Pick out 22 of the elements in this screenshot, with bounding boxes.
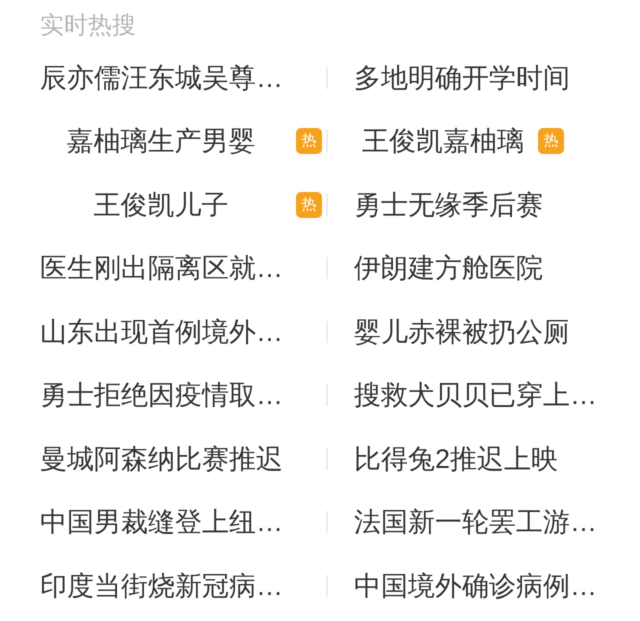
hot-search-link[interactable]: 辰亦儒汪东城吴尊… <box>40 60 283 95</box>
hot-search-link[interactable]: 印度当街烧新冠病… <box>40 568 283 603</box>
hot-badge: 热 <box>296 128 322 154</box>
hot-search-link[interactable]: 婴儿赤裸被扔公厕 <box>354 314 570 349</box>
hot-search-link[interactable]: 中国境外确诊病例… <box>354 568 597 603</box>
hot-badge: 热 <box>296 192 322 218</box>
hot-search-link[interactable]: 中国男裁缝登上纽… <box>40 505 283 540</box>
hot-search-link[interactable]: 多地明确开学时间 <box>354 60 570 95</box>
hot-search-link[interactable]: 法国新一轮罢工游… <box>354 505 597 540</box>
hot-search-link[interactable]: 山东出现首例境外… <box>40 314 283 349</box>
hot-search-link[interactable]: 勇士无缘季后赛 <box>354 188 543 222</box>
hot-search-link[interactable]: 伊朗建方舱医院 <box>354 251 543 286</box>
hot-badge: 热 <box>538 128 564 154</box>
hot-search-link[interactable]: 嘉柚璃生产男婴 <box>66 124 256 158</box>
hot-search-link[interactable]: 搜救犬贝贝已穿上… <box>354 378 597 412</box>
hot-search-link[interactable]: 医生刚出隔离区就… <box>40 251 283 286</box>
hot-search-link[interactable]: 王俊凯嘉柚璃 <box>362 124 524 158</box>
hot-search-link[interactable]: 比得兔2推迟上映 <box>354 442 558 476</box>
hot-search-link[interactable]: 勇士拒绝因疫情取… <box>40 378 283 412</box>
section-title: 实时热搜 <box>40 11 136 41</box>
hot-search-link[interactable]: 曼城阿森纳比赛推迟 <box>40 442 283 476</box>
hot-search-link[interactable]: 王俊凯儿子 <box>94 188 228 222</box>
